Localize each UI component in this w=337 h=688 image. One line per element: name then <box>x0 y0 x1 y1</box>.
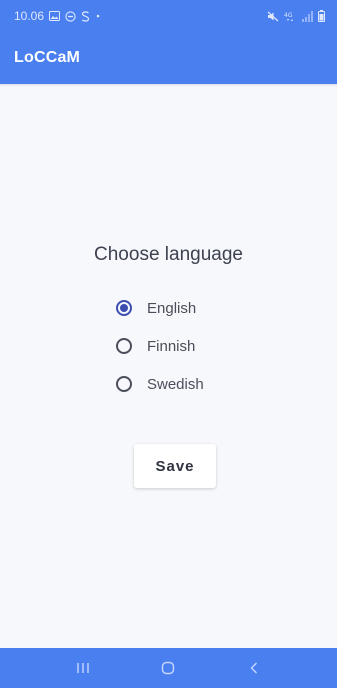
gallery-icon <box>49 10 61 22</box>
signal-icon <box>301 10 313 22</box>
4g-icon: 4G <box>284 10 296 22</box>
network-label: 4G <box>284 12 293 19</box>
recent-apps-button[interactable] <box>63 653 103 683</box>
app-title: LoCCaM <box>14 49 81 66</box>
status-time: 10.06 <box>14 9 45 23</box>
back-button[interactable] <box>234 653 274 683</box>
save-button[interactable]: Save <box>134 444 216 488</box>
radio-unselected-icon[interactable] <box>116 376 132 392</box>
battery-icon <box>318 10 325 22</box>
mute-icon <box>267 10 279 22</box>
radio-option-english[interactable]: English <box>116 289 276 327</box>
status-left: 10.06 <box>14 9 101 23</box>
back-icon <box>250 662 258 674</box>
radio-selected-icon[interactable] <box>116 300 132 316</box>
radio-label-finnish: Finnish <box>147 337 196 355</box>
recent-apps-icon <box>77 663 89 673</box>
app-screen: 10.06 4G LoCCaM Choose language English … <box>0 0 337 688</box>
radio-label-english: English <box>147 299 197 317</box>
radio-option-finnish[interactable]: Finnish <box>116 327 276 365</box>
radio-unselected-icon[interactable] <box>116 338 132 354</box>
choose-language-heading: Choose language <box>94 244 243 265</box>
app-bar: LoCCaM <box>0 32 337 84</box>
s-app-icon <box>81 10 90 22</box>
language-screen-content: Choose language English Finnish Swedish … <box>0 84 337 648</box>
system-nav-bar <box>0 648 337 688</box>
radio-label-swedish: Swedish <box>147 375 204 393</box>
radio-option-swedish[interactable]: Swedish <box>116 365 276 403</box>
language-radio-group: English Finnish Swedish <box>116 289 276 403</box>
radio-dot <box>120 304 128 312</box>
dot-icon <box>95 10 101 22</box>
home-button[interactable] <box>148 653 188 683</box>
status-right: 4G <box>267 10 325 22</box>
status-bar: 10.06 4G <box>0 0 337 32</box>
do-not-disturb-icon <box>65 10 76 22</box>
home-icon <box>162 661 175 675</box>
